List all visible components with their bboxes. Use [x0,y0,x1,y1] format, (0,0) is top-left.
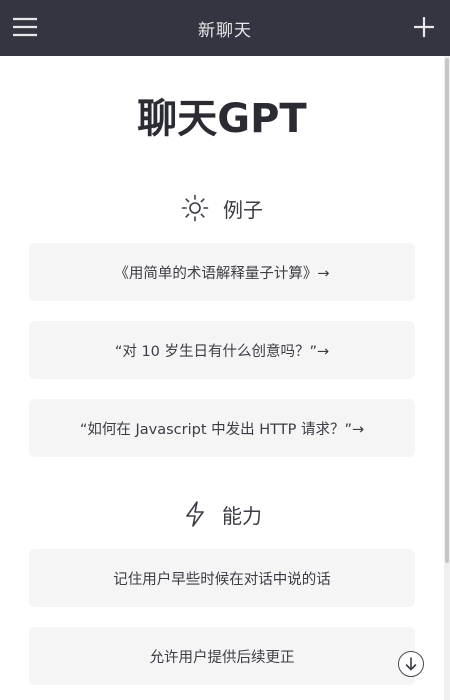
example-card-http[interactable]: “如何在 Javascript 中发出 HTTP 请求？”→ [29,399,415,457]
capabilities-list: 记住用户早些时候在对话中说的话 允许用户提供后续更正 [0,549,444,685]
capabilities-heading: 能力 [0,496,444,532]
examples-heading: 例子 [0,190,444,226]
capabilities-heading-label: 能力 [222,503,262,528]
capability-card-corrections: 允许用户提供后续更正 [29,627,415,685]
capability-card-memory: 记住用户早些时候在对话中说的话 [29,549,415,607]
arrow-down-icon [405,657,417,671]
page-title: 新聊天 [198,20,252,41]
plus-icon[interactable] [412,14,436,40]
example-card-birthday[interactable]: “对 10 岁生日有什么创意吗？”→ [29,321,415,379]
app-title: 聊天GPT [137,96,307,142]
examples-heading-label: 例子 [223,197,263,222]
scroll-down-button[interactable] [398,651,424,677]
sun-icon [181,194,209,222]
top-bar: 新聊天 [0,0,450,56]
hamburger-menu-icon[interactable] [12,14,38,40]
scrollbar[interactable] [444,56,450,700]
examples-list: 《用简单的术语解释量子计算》→ “对 10 岁生日有什么创意吗？”→ “如何在 … [0,243,444,457]
main-content: 聊天GPT 例子 《用简单的术语解释量子计算》→ “对 10 岁生日有什么创意吗… [0,56,444,700]
example-card-quantum[interactable]: 《用简单的术语解释量子计算》→ [29,243,415,301]
lightning-icon [186,501,204,527]
scrollbar-thumb[interactable] [445,58,449,563]
